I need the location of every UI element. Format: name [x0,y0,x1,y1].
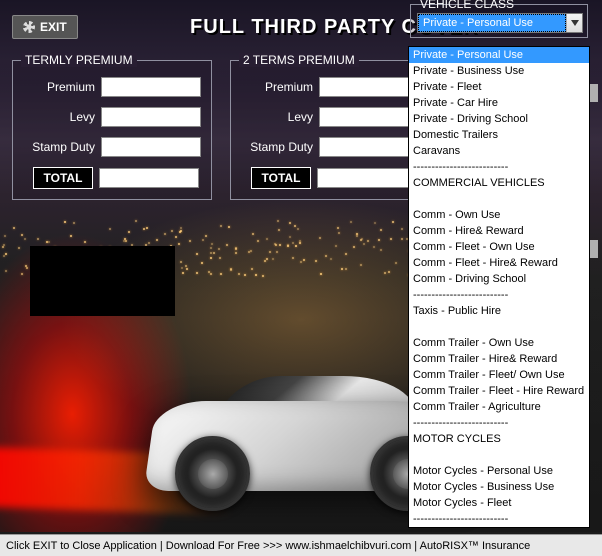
vehicle-class-group: VEHICLE CLASS Private - Personal Use [410,4,588,38]
chevron-down-icon [566,14,582,32]
vehicle-class-option[interactable]: Comm - Hire& Reward [409,223,589,239]
vehicle-class-option[interactable]: Comm - Driving School [409,271,589,287]
vehicle-class-option[interactable]: Comm Trailer - Fleet/ Own Use [409,367,589,383]
vehicle-class-option[interactable]: -------------------------- [409,287,589,303]
termly-stamp-label: Stamp Duty [23,140,95,154]
vehicle-class-option[interactable]: Comm Trailer - Own Use [409,335,589,351]
two-terms-premium-panel: 2 TERMS PREMIUM Premium Levy Stamp Duty … [230,60,430,200]
vehicle-class-option[interactable]: Comm - Fleet - Own Use [409,239,589,255]
vehicle-class-option[interactable]: -------------------------- [409,511,589,527]
termly-premium-panel: TERMLY PREMIUM Premium Levy Stamp Duty T… [12,60,212,200]
vehicle-class-option[interactable]: Caravans [409,143,589,159]
vehicle-class-option[interactable]: Private - Personal Use [409,47,589,63]
vehicle-class-option[interactable]: Private - Driving School [409,111,589,127]
gear-icon [23,21,35,33]
vehicle-class-option[interactable]: Taxis - Public Hire [409,303,589,319]
termly-premium-label: Premium [23,80,95,94]
vehicle-class-option[interactable]: Motor Cycles - Personal Use [409,463,589,479]
vehicle-class-option[interactable] [409,319,589,335]
two-terms-levy-input[interactable] [319,107,419,127]
vehicle-class-option[interactable]: Motor Cycles - Business Use [409,479,589,495]
vehicle-class-legend: VEHICLE CLASS [417,0,517,11]
termly-levy-label: Levy [23,110,95,124]
two-terms-premium-label: Premium [241,80,313,94]
vehicle-class-option[interactable]: Private - Car Hire [409,95,589,111]
two-terms-levy-label: Levy [241,110,313,124]
vehicle-class-option[interactable]: Comm Trailer - Agriculture [409,399,589,415]
vehicle-class-option[interactable]: Private - Business Use [409,63,589,79]
vehicle-class-combobox[interactable]: Private - Personal Use [417,13,583,33]
two-terms-stamp-input[interactable] [319,137,419,157]
vehicle-class-dropdown[interactable]: Private - Personal UsePrivate - Business… [408,46,590,528]
vehicle-class-selected: Private - Personal Use [418,14,566,32]
two-terms-total-input[interactable] [317,168,417,188]
vehicle-class-option[interactable]: -------------------------- [409,159,589,175]
exit-label: EXIT [40,20,67,34]
vehicle-class-option[interactable]: Comm Trailer - Fleet - Hire Reward [409,383,589,399]
two-terms-premium-input[interactable] [319,77,419,97]
vehicle-class-option[interactable]: Comm Trailer - Hire& Reward [409,351,589,367]
two-terms-legend: 2 TERMS PREMIUM [239,53,359,67]
vehicle-class-option[interactable]: MOTOR CYCLES [409,431,589,447]
termly-total-label: TOTAL [33,167,93,189]
vehicle-class-option[interactable]: Comm - Own Use [409,207,589,223]
vehicle-class-option[interactable]: Domestic Trailers [409,127,589,143]
preview-box [30,246,175,316]
termly-levy-input[interactable] [101,107,201,127]
vehicle-class-option[interactable]: Motor Cycles - Fleet [409,495,589,511]
vehicle-class-option[interactable]: COMMERCIAL VEHICLES [409,175,589,191]
exit-button[interactable]: EXIT [12,15,78,39]
termly-premium-input[interactable] [101,77,201,97]
vehicle-class-option[interactable]: Comm - Fleet - Hire& Reward [409,255,589,271]
termly-stamp-input[interactable] [101,137,201,157]
termly-total-input[interactable] [99,168,199,188]
status-bar: Click EXIT to Close Application | Downlo… [0,534,602,556]
status-text: Click EXIT to Close Application | Downlo… [6,540,530,552]
two-terms-total-label: TOTAL [251,167,311,189]
vehicle-class-option[interactable]: Private - Fleet [409,79,589,95]
vehicle-class-option[interactable] [409,191,589,207]
termly-legend: TERMLY PREMIUM [21,53,137,67]
vehicle-class-option[interactable]: -------------------------- [409,415,589,431]
vehicle-class-option[interactable] [409,447,589,463]
two-terms-stamp-label: Stamp Duty [241,140,313,154]
